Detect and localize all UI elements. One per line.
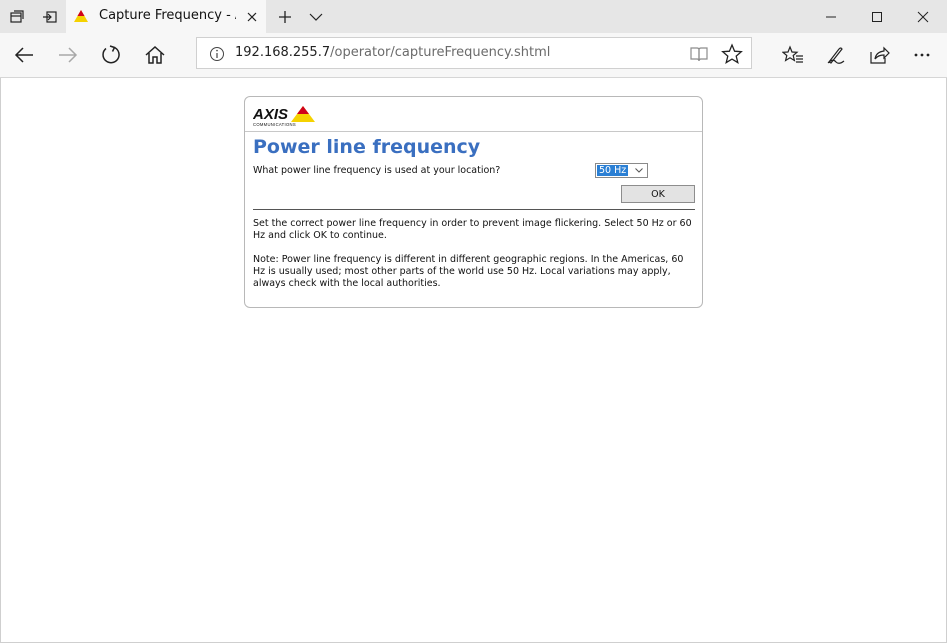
axis-logo: AXIS COMMUNICATIONS: [253, 106, 315, 127]
axis-logo-subtext: COMMUNICATIONS: [253, 122, 296, 127]
frequency-selected-value: 50 Hz: [597, 165, 629, 176]
home-button[interactable]: [133, 33, 177, 77]
logo-row: AXIS COMMUNICATIONS: [245, 97, 702, 132]
address-path: /operator/captureFrequency.shtml: [330, 45, 551, 60]
close-window-button[interactable]: [900, 0, 946, 33]
frequency-dialog: AXIS COMMUNICATIONS Power line frequency…: [244, 96, 703, 308]
plus-icon: [278, 10, 291, 23]
chevron-down-icon: [635, 168, 643, 173]
share-button[interactable]: [857, 33, 901, 77]
page-title: Power line frequency: [253, 136, 481, 158]
ok-button[interactable]: OK: [621, 185, 695, 203]
address-url[interactable]: 192.168.255.7/operator/captureFrequency.…: [235, 45, 550, 60]
more-button[interactable]: [900, 33, 944, 77]
instruction-text: Set the correct power line frequency in …: [253, 218, 692, 241]
browser-tab-active[interactable]: Capture Frequency - AX: [66, 0, 266, 33]
frequency-select[interactable]: 50 Hz: [595, 163, 648, 178]
reading-view-icon[interactable]: [689, 44, 709, 64]
refresh-button[interactable]: [89, 33, 133, 77]
refresh-icon: [102, 45, 120, 64]
address-bar[interactable]: 192.168.255.7/operator/captureFrequency.…: [196, 37, 752, 69]
favorites-hub-button[interactable]: [771, 33, 815, 77]
site-info-icon[interactable]: [209, 46, 225, 62]
axis-favicon-icon: [74, 10, 88, 22]
maximize-icon: [872, 11, 882, 22]
tab-list-button[interactable]: [299, 0, 332, 33]
favorites-icon: [782, 45, 803, 63]
tabs-aside-icon: [9, 9, 24, 23]
browser-title-bar: Capture Frequency - AX: [0, 0, 947, 33]
tabs-aside-button[interactable]: [0, 0, 33, 33]
more-icon: [914, 53, 930, 57]
back-arrow-icon: [14, 47, 33, 63]
pen-icon: [827, 47, 845, 64]
tab-title: Capture Frequency - AX: [99, 8, 236, 23]
forward-arrow-icon: [59, 47, 78, 63]
minimize-button[interactable]: [808, 0, 854, 33]
section-divider: [253, 209, 695, 210]
axis-logo-wordmark: AXIS: [253, 106, 288, 123]
notes-button[interactable]: [814, 33, 858, 77]
tab-preview-button[interactable]: [33, 0, 66, 33]
note-text: Note: Power line frequency is different …: [253, 254, 684, 289]
share-icon: [870, 46, 890, 64]
browser-toolbar: 192.168.255.7/operator/captureFrequency.…: [0, 33, 947, 78]
close-tab-icon[interactable]: [244, 9, 260, 25]
forward-button[interactable]: [46, 33, 90, 77]
tab-back-icon: [42, 10, 57, 23]
frequency-question: What power line frequency is used at you…: [253, 165, 501, 176]
page-content: AXIS COMMUNICATIONS Power line frequency…: [0, 78, 947, 643]
home-icon: [145, 45, 165, 64]
chevron-down-icon: [309, 13, 322, 21]
minimize-icon: [826, 16, 836, 17]
new-tab-button[interactable]: [268, 0, 301, 33]
back-button[interactable]: [2, 33, 46, 77]
address-host: 192.168.255.7: [235, 45, 331, 60]
maximize-button[interactable]: [854, 0, 900, 33]
close-icon: [917, 11, 929, 22]
favorite-star-icon[interactable]: [721, 43, 743, 65]
